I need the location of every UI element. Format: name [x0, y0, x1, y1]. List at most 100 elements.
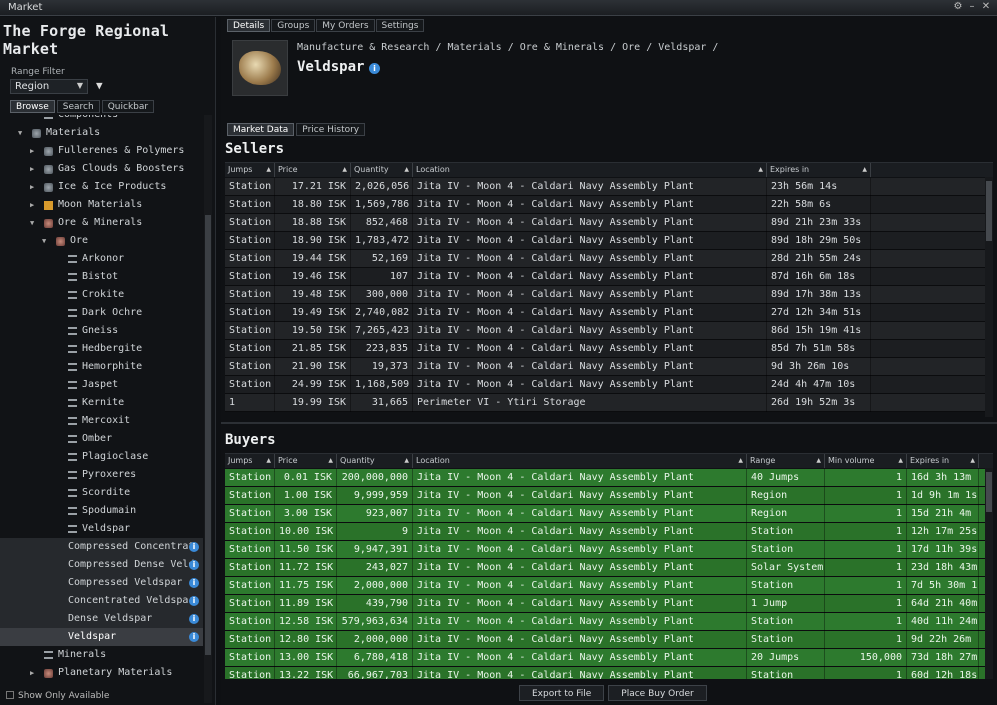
tree-item[interactable]: ▶ Planetary Materials: [0, 664, 203, 682]
table-row[interactable]: Station 21.90 ISK 19,373 Jita IV - Moon 4 -…: [225, 358, 985, 376]
tab-groups[interactable]: Groups: [271, 19, 316, 32]
tree-item[interactable]: Arkonor: [0, 250, 203, 268]
info-icon[interactable]: i: [189, 542, 199, 552]
show-only-available-checkbox[interactable]: Show Only Available: [6, 691, 109, 701]
column-header[interactable]: Location ▲: [413, 454, 747, 468]
info-icon[interactable]: i: [189, 632, 199, 642]
chevron-right-icon[interactable]: ▶: [30, 196, 34, 214]
item-icon[interactable]: [232, 40, 288, 96]
column-header[interactable]: Range ▲: [747, 454, 825, 468]
tree-item[interactable]: Kernite: [0, 394, 203, 412]
tree-item[interactable]: Mercoxit: [0, 412, 203, 430]
tree-item[interactable]: ▼ Materials: [0, 124, 203, 142]
column-header[interactable]: Quantity ▲: [337, 454, 413, 468]
table-row[interactable]: Station 18.80 ISK 1,569,786 Jita IV - Moon …: [225, 196, 985, 214]
table-row[interactable]: Station 18.88 ISK 852,468 Jita IV - Moon 4 …: [225, 214, 985, 232]
table-row[interactable]: Station 17.21 ISK 2,026,056 Jita IV - Moon …: [225, 178, 985, 196]
column-header[interactable]: Expires in ▲: [907, 454, 979, 468]
table-row[interactable]: Station 12.80 ISK 2,000,000 Jita IV - Moon …: [225, 631, 985, 649]
tree-item[interactable]: ▼ Ore & Minerals: [0, 214, 203, 232]
table-row[interactable]: Station 12.58 ISK 579,963,634 Jita IV - Moo…: [225, 613, 985, 631]
info-icon[interactable]: i: [369, 63, 380, 74]
tree-item[interactable]: Compressed Dense Veld i: [0, 556, 203, 574]
tree-item[interactable]: ▼ Ore: [0, 232, 203, 250]
tree-item[interactable]: Dark Ochre: [0, 304, 203, 322]
tab-settings[interactable]: Settings: [375, 19, 425, 32]
export-to-file-button[interactable]: Export to File: [519, 685, 605, 701]
chevron-right-icon[interactable]: ▶: [30, 160, 34, 178]
chevron-down-icon[interactable]: ▼: [18, 124, 22, 142]
chevron-down-icon[interactable]: ▼: [30, 214, 34, 232]
settings-icon[interactable]: ⚙: [953, 1, 963, 12]
tab-details[interactable]: Details: [227, 19, 271, 32]
column-header[interactable]: Quantity ▲: [351, 163, 413, 177]
column-header[interactable]: Jumps ▲: [225, 163, 275, 177]
tab-price-history[interactable]: Price History: [296, 123, 366, 136]
minimize-icon[interactable]: –: [967, 1, 977, 12]
column-header[interactable]: Price ▲: [275, 163, 351, 177]
table-row[interactable]: Station 13.00 ISK 6,780,418 Jita IV - Moon …: [225, 649, 985, 667]
tab-search[interactable]: Search: [56, 100, 100, 113]
tree-item[interactable]: Veldspar: [0, 520, 203, 538]
column-header[interactable]: Min volume ▲: [825, 454, 907, 468]
table-row[interactable]: Station 19.50 ISK 7,265,423 Jita IV - Moon …: [225, 322, 985, 340]
chevron-right-icon[interactable]: ▶: [30, 178, 34, 196]
tree-item[interactable]: Compressed Concentrat i: [0, 538, 203, 556]
info-icon[interactable]: i: [189, 578, 199, 588]
tree-item[interactable]: ▶ Ice & Ice Products: [0, 178, 203, 196]
table-row[interactable]: 1 19.99 ISK 31,665 Perimeter VI - Ytiri Sto…: [225, 394, 985, 412]
tab-quickbar[interactable]: Quickbar: [101, 100, 155, 113]
tab-my-orders[interactable]: My Orders: [316, 19, 375, 32]
tree-item[interactable]: Spodumain: [0, 502, 203, 520]
table-row[interactable]: Station 24.99 ISK 1,168,509 Jita IV - Moon …: [225, 376, 985, 394]
table-row[interactable]: Station 11.50 ISK 9,947,391 Jita IV - Moon …: [225, 541, 985, 559]
tree-item[interactable]: ▶ Gas Clouds & Boosters: [0, 160, 203, 178]
column-header[interactable]: Jumps ▲: [225, 454, 275, 468]
tab-browse[interactable]: Browse: [10, 100, 55, 113]
tree-item[interactable]: Scordite: [0, 484, 203, 502]
sellers-scrollbar-thumb[interactable]: [986, 181, 992, 241]
chevron-right-icon[interactable]: ▶: [30, 664, 34, 682]
tree-item[interactable]: Compressed Veldspar i: [0, 574, 203, 592]
sellers-scrollbar[interactable]: [985, 177, 993, 417]
tree-item[interactable]: Jaspet: [0, 376, 203, 394]
table-row[interactable]: Station 19.46 ISK 107 Jita IV - Moon 4 - Ca…: [225, 268, 985, 286]
table-row[interactable]: Station 18.90 ISK 1,783,472 Jita IV - Moon …: [225, 232, 985, 250]
tree-item[interactable]: Pyroxeres: [0, 466, 203, 484]
table-row[interactable]: Station 19.49 ISK 2,740,082 Jita IV - Moon …: [225, 304, 985, 322]
table-row[interactable]: Station 19.48 ISK 300,000 Jita IV - Moon 4 …: [225, 286, 985, 304]
tree-item[interactable]: Plagioclase: [0, 448, 203, 466]
tree-item[interactable]: Gneiss: [0, 322, 203, 340]
table-row[interactable]: Station 3.00 ISK 923,007 Jita IV - Moon 4 -…: [225, 505, 985, 523]
tree-item[interactable]: Bistot: [0, 268, 203, 286]
tree-item[interactable]: Components: [0, 115, 203, 124]
column-header[interactable]: Expires in ▲: [767, 163, 871, 177]
column-header[interactable]: Price ▲: [275, 454, 337, 468]
table-row[interactable]: Station 21.85 ISK 223,835 Jita IV - Moon 4 …: [225, 340, 985, 358]
buyers-scrollbar[interactable]: [985, 468, 993, 679]
info-icon[interactable]: i: [189, 614, 199, 624]
column-header[interactable]: Location ▲: [413, 163, 767, 177]
tree-item[interactable]: Concentrated Veldspar i: [0, 592, 203, 610]
tree-item[interactable]: Omber: [0, 430, 203, 448]
tab-market-data[interactable]: Market Data: [227, 123, 295, 136]
tree-item[interactable]: Veldspar i: [0, 628, 203, 646]
chevron-right-icon[interactable]: ▶: [30, 142, 34, 160]
tree-item[interactable]: Dense Veldspar i: [0, 610, 203, 628]
table-row[interactable]: Station 13.22 ISK 66,967,703 Jita IV - Moon…: [225, 667, 985, 679]
info-icon[interactable]: i: [189, 560, 199, 570]
table-row[interactable]: Station 11.75 ISK 2,000,000 Jita IV - Moon …: [225, 577, 985, 595]
table-row[interactable]: Station 10.00 ISK 9 Jita IV - Moon 4 - Cald…: [225, 523, 985, 541]
table-row[interactable]: Station 11.89 ISK 439,790 Jita IV - Moon 4 …: [225, 595, 985, 613]
range-filter-select[interactable]: Region ▼: [10, 79, 88, 94]
table-row[interactable]: Station 19.44 ISK 52,169 Jita IV - Moon 4 -…: [225, 250, 985, 268]
tree-item[interactable]: Hedbergite: [0, 340, 203, 358]
filter-icon[interactable]: ▼: [96, 79, 108, 92]
table-row[interactable]: Station 1.00 ISK 9,999,959 Jita IV - Moon 4…: [225, 487, 985, 505]
close-icon[interactable]: ✕: [981, 1, 991, 12]
chevron-down-icon[interactable]: ▼: [42, 232, 46, 250]
tree-item[interactable]: Crokite: [0, 286, 203, 304]
tree-item[interactable]: Minerals: [0, 646, 203, 664]
tree-item[interactable]: ▶ Moon Materials: [0, 196, 203, 214]
tree-item[interactable]: ▶ Fullerenes & Polymers: [0, 142, 203, 160]
